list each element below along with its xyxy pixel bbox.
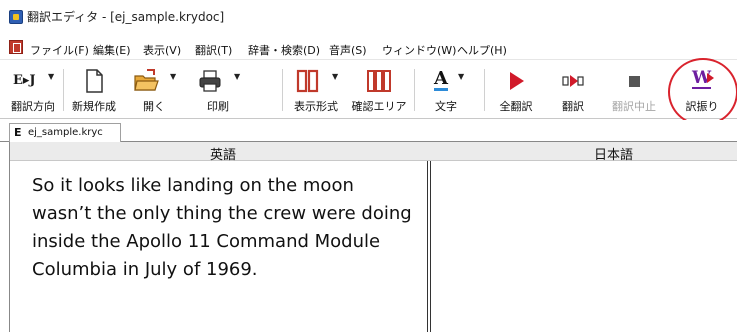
new-document-icon (86, 69, 103, 93)
menu-dictionary-search[interactable]: 辞書・検索(D) (248, 42, 320, 58)
confirm-area-button[interactable]: 確認エリア (349, 64, 409, 116)
document-menu-icon[interactable] (9, 40, 23, 54)
menu-help[interactable]: ヘルプ(H) (457, 42, 507, 58)
confirm-area-icon (367, 70, 391, 92)
target-language-header: 日本語 (594, 148, 634, 163)
menu-audio[interactable]: 音声(S) (329, 42, 367, 58)
source-text-editor[interactable]: So it looks like landing on the moon was… (32, 172, 418, 284)
open-label: 開く (143, 100, 165, 113)
toolbar-separator (63, 69, 64, 111)
english-document-icon: E (14, 126, 22, 139)
stop-translation-button[interactable]: 翻訳中止 (602, 64, 666, 116)
menu-bar: ファイル(F) 編集(E) 表示(V) 翻訳(T) 辞書・検索(D) 音声(S)… (0, 36, 737, 60)
play-icon (510, 72, 524, 90)
printer-icon (199, 70, 221, 92)
tab-label: ej_sample.kryc (28, 127, 103, 138)
column-headers: 英語 日本語 (10, 142, 737, 163)
highlight-circle (668, 58, 737, 126)
chevron-down-icon: ▼ (458, 72, 465, 81)
font-button[interactable]: A ▼ 文字 (420, 64, 472, 116)
open-button[interactable]: ▼ 開く (124, 64, 184, 116)
translation-direction-button[interactable]: E▸J ▼ 翻訳方向 (6, 64, 60, 116)
open-folder-icon (134, 69, 159, 91)
editor-panel-area: 英語 日本語 So it looks like landing on the m… (9, 142, 737, 332)
font-label: 文字 (435, 100, 457, 113)
translate-sentence-icon (562, 75, 584, 87)
tab-ej-sample[interactable]: E ej_sample.kryc (9, 123, 121, 142)
panel-divider[interactable] (427, 161, 431, 332)
translate-all-button[interactable]: 全翻訳 (490, 64, 542, 116)
toolbar-separator (282, 69, 283, 111)
translation-direction-label: 翻訳方向 (11, 100, 55, 113)
confirm-area-label: 確認エリア (351, 100, 407, 113)
toolbar: E▸J ▼ 翻訳方向 新規作成 ▼ 開く ▼ 印刷 ▼ 表示形式 確認エリア A… (0, 61, 737, 119)
translate-button[interactable]: 翻訳 (548, 64, 598, 116)
document-tab-bar: E ej_sample.kryc (0, 120, 737, 142)
display-format-label: 表示形式 (294, 100, 338, 113)
print-button[interactable]: ▼ 印刷 (188, 64, 248, 116)
menu-window[interactable]: ウィンドウ(W) (382, 42, 456, 58)
menu-view[interactable]: 表示(V) (143, 42, 181, 58)
source-language-header: 英語 (210, 148, 237, 163)
chevron-down-icon: ▼ (332, 72, 339, 81)
translate-label: 翻訳 (562, 100, 584, 113)
direction-icon: E▸J (13, 73, 36, 88)
stop-icon (629, 76, 640, 87)
chevron-down-icon: ▼ (170, 72, 177, 81)
stop-translation-label: 翻訳中止 (612, 100, 656, 113)
title-bar: 翻訳エディタ - [ej_sample.krydoc] (0, 0, 737, 36)
print-label: 印刷 (207, 100, 229, 113)
menu-file[interactable]: ファイル(F) (30, 42, 89, 58)
new-label: 新規作成 (72, 100, 116, 113)
translation-editor-app-icon (9, 10, 23, 24)
font-icon: A (434, 68, 448, 91)
chevron-down-icon: ▼ (234, 72, 241, 81)
toolbar-separator (414, 69, 415, 111)
menu-translate[interactable]: 翻訳(T) (195, 42, 232, 58)
new-button[interactable]: 新規作成 (66, 64, 122, 116)
window-title: 翻訳エディタ - [ej_sample.krydoc] (27, 10, 225, 24)
translate-all-label: 全翻訳 (499, 100, 533, 113)
chevron-down-icon: ▼ (48, 72, 55, 81)
display-format-icon (296, 69, 319, 93)
menu-edit[interactable]: 編集(E) (93, 42, 131, 58)
toolbar-separator (484, 69, 485, 111)
target-text-editor[interactable] (434, 172, 734, 322)
display-format-button[interactable]: ▼ 表示形式 (288, 64, 344, 116)
